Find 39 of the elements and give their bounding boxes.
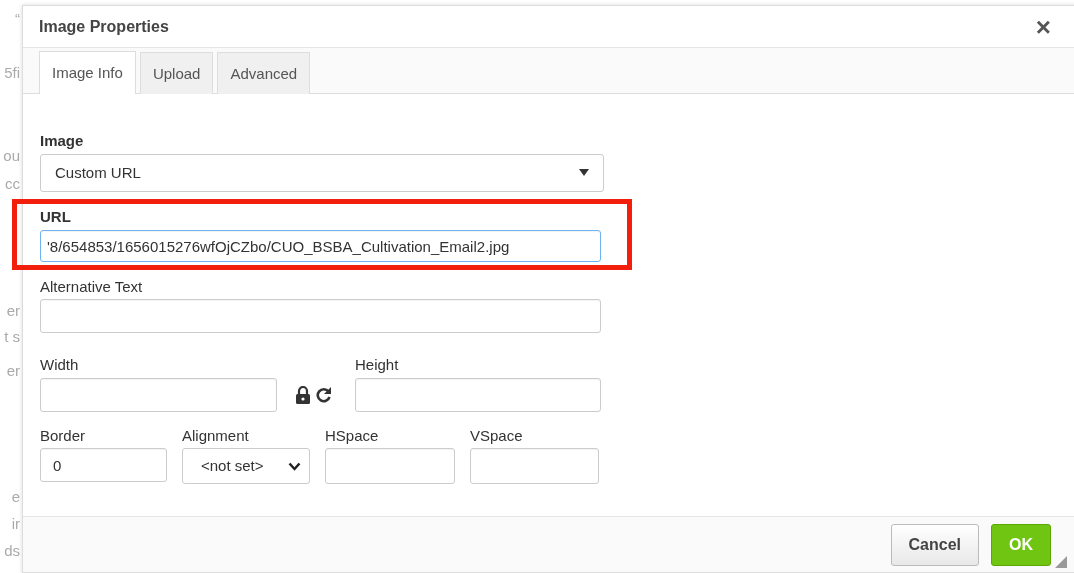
background-text: e (11, 487, 20, 507)
background-text: er (6, 361, 20, 381)
chevron-down-icon (288, 461, 301, 471)
hspace-field[interactable] (325, 448, 455, 485)
background-text: ou (3, 146, 20, 166)
field-label: HSpace (325, 426, 380, 445)
width-field[interactable] (40, 377, 277, 412)
vspace-field[interactable] (470, 448, 599, 485)
lock-icon[interactable] (295, 385, 311, 404)
background-text: er (6, 301, 20, 321)
background-text: ds (4, 541, 20, 561)
resize-grip-icon[interactable] (1055, 556, 1067, 568)
border-field[interactable]: 0 (40, 448, 167, 483)
alignment-dropdown[interactable]: <not set> (182, 448, 310, 485)
url-field[interactable]: '8/654853/1656015276wfOjCZbo/CUO_BSBA_Cultivation_Email2.jpg (40, 230, 601, 262)
field-label: VSpace (470, 426, 524, 445)
reset-icon[interactable] (314, 386, 332, 403)
cancel-button[interactable]: Cancel (890, 523, 979, 566)
field-label: Width (40, 355, 80, 374)
tab[interactable]: Advanced (217, 51, 311, 94)
field-label: Image (40, 132, 85, 150)
background-text: 5fi (4, 63, 20, 83)
tab[interactable]: Upload (139, 51, 214, 94)
background-text: t s (4, 327, 20, 347)
image-source-dropdown[interactable]: Custom URL (40, 153, 604, 192)
tab[interactable]: Image Info (39, 50, 136, 94)
background-text: ir (11, 514, 20, 534)
close-button[interactable]: × (1035, 13, 1051, 40)
field-label: Border (40, 426, 87, 445)
field-label: Alignment (182, 426, 250, 445)
alternative-text-field[interactable] (40, 299, 601, 334)
field-label: URL (40, 208, 72, 227)
dialog-title: Image Properties (39, 16, 169, 37)
background-text: cc (5, 174, 20, 194)
field-label: Alternative Text (40, 277, 144, 296)
height-field[interactable] (355, 377, 601, 412)
background-text: “ (15, 9, 20, 29)
dropdown-arrow-icon (579, 168, 589, 177)
field-label: Height (355, 355, 400, 374)
